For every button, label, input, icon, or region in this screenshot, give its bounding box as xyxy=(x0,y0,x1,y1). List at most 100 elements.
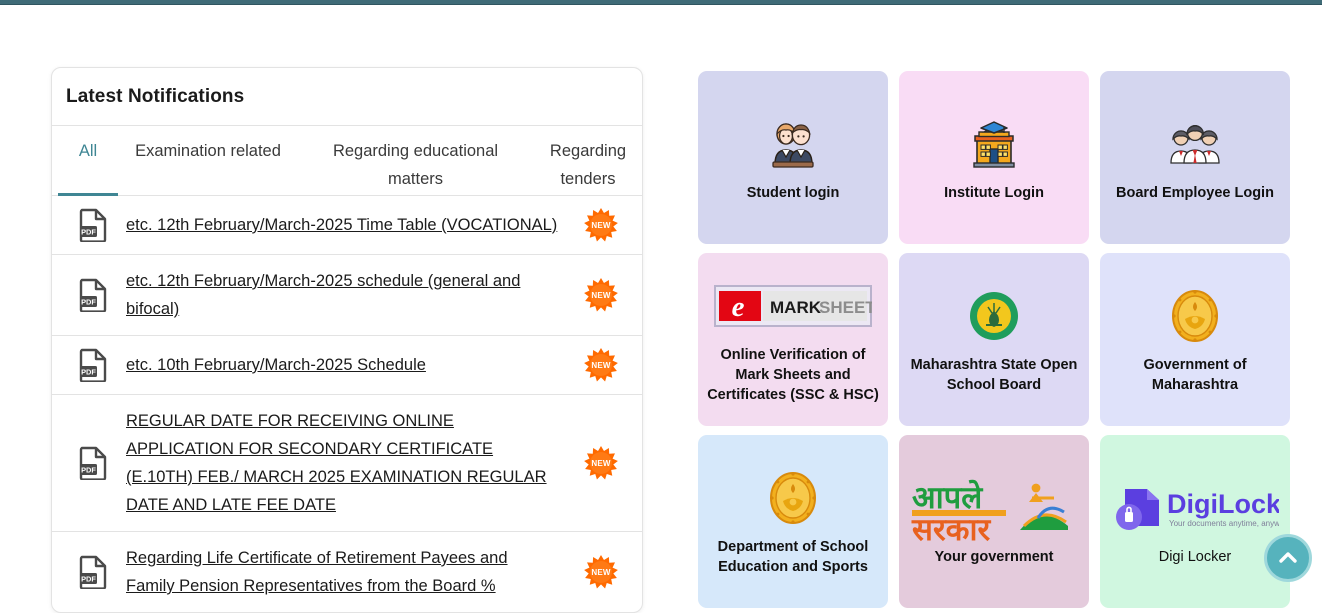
aaple-sarkar-logo-icon: आपले सरकार xyxy=(911,479,1068,542)
new-badge-label: NEW xyxy=(591,220,611,230)
notification-link-cell: etc. 12th February/March-2025 schedule (… xyxy=(126,267,570,323)
notification-link[interactable]: Regarding Life Certificate of Retirement… xyxy=(126,549,508,595)
notifications-header: Latest Notifications xyxy=(52,68,642,126)
maharashtra-emblem-icon xyxy=(1170,285,1220,347)
quick-link-card[interactable]: Government of Maharashtra xyxy=(1100,253,1290,426)
quick-link-card-label: Department of School Education and Sport… xyxy=(717,538,869,575)
new-badge: NEW xyxy=(584,208,618,242)
quick-link-card[interactable]: Maharashtra State Open School Board xyxy=(899,253,1089,426)
students-icon xyxy=(765,113,821,175)
scroll-to-top-button[interactable] xyxy=(1264,534,1312,582)
notification-file-icon: PDF xyxy=(62,348,126,382)
svg-text:आपले: आपले xyxy=(912,479,983,515)
quick-link-card-label: Institute Login xyxy=(944,184,1044,201)
svg-text:e: e xyxy=(732,291,745,323)
quick-link-card-label: Online Verification of Mark Sheets and C… xyxy=(707,346,879,403)
quick-link-card[interactable]: e MARK SHEET Online Verification of Mark… xyxy=(698,253,888,426)
quick-link-card[interactable]: Department of School Education and Sport… xyxy=(698,435,888,608)
new-badge: NEW xyxy=(584,555,618,589)
maharashtra-emblem-icon xyxy=(770,471,816,524)
school-building-icon xyxy=(966,113,1022,175)
notification-link-cell: REGULAR DATE FOR RECEIVING ONLINE APPLIC… xyxy=(126,407,570,519)
notification-badge-cell: NEW xyxy=(570,208,632,242)
notification-row[interactable]: PDF etc. 12th February/March-2025 schedu… xyxy=(52,255,642,336)
page-title: Latest Notifications xyxy=(66,85,245,107)
svg-text:MARK: MARK xyxy=(770,298,822,317)
notification-file-icon: PDF xyxy=(62,278,126,312)
quick-link-card[interactable]: Institute Login xyxy=(899,71,1089,244)
page-content: Latest Notifications All Examination rel… xyxy=(0,5,1322,613)
employees-group-icon xyxy=(1170,124,1220,164)
quick-link-card-label: Your government xyxy=(934,548,1054,565)
notification-badge-cell: NEW xyxy=(570,446,632,480)
tab-regarding-tenders[interactable]: Regarding tenders xyxy=(533,126,642,196)
pdf-file-icon: PDF xyxy=(79,555,107,589)
new-badge: NEW xyxy=(584,446,618,480)
notification-link[interactable]: REGULAR DATE FOR RECEIVING ONLINE APPLIC… xyxy=(126,412,547,514)
notification-link-cell: etc. 12th February/March-2025 Time Table… xyxy=(126,211,570,239)
notification-row[interactable]: PDF REGULAR DATE FOR RECEIVING ONLINE AP… xyxy=(52,395,642,532)
notification-link[interactable]: etc. 12th February/March-2025 Time Table… xyxy=(126,216,557,234)
quick-link-card-label: Government of Maharashtra xyxy=(1143,356,1247,393)
svg-text:DigiLocker: DigiLocker xyxy=(1167,489,1279,519)
pdf-file-icon: PDF xyxy=(79,446,107,480)
emarksheet-logo-icon: e MARK SHEET xyxy=(714,275,872,337)
notification-list: PDF etc. 12th February/March-2025 Time T… xyxy=(52,196,642,612)
tab-all[interactable]: All xyxy=(58,126,118,196)
notification-row[interactable]: PDF etc. 10th February/March-2025 Schedu… xyxy=(52,336,642,395)
new-badge-label: NEW xyxy=(591,567,611,577)
notification-link-cell: etc. 10th February/March-2025 Schedule xyxy=(126,351,570,379)
tab-educational-matters[interactable]: Regarding educational matters xyxy=(298,126,533,196)
notification-link-cell: Regarding Life Certificate of Retirement… xyxy=(126,544,570,600)
quick-link-card-label: Digi Locker xyxy=(1158,548,1232,565)
tab-educational-matters-label: Regarding educational matters xyxy=(332,142,499,188)
notification-badge-cell: NEW xyxy=(570,555,632,589)
new-badge-label: NEW xyxy=(591,290,611,300)
students-icon xyxy=(772,122,814,168)
notification-link[interactable]: etc. 10th February/March-2025 Schedule xyxy=(126,356,426,374)
notification-link[interactable]: etc. 12th February/March-2025 schedule (… xyxy=(126,272,520,318)
notification-badge-cell: NEW xyxy=(570,278,632,312)
quick-links-card-grid: Student login Institute Login Board Empl… xyxy=(698,71,1290,608)
quick-link-card-label: Student login xyxy=(746,184,840,201)
tab-regarding-tenders-label: Regarding tenders xyxy=(549,142,627,188)
pdf-file-icon: PDF xyxy=(79,348,107,382)
quick-link-card-label: Board Employee Login xyxy=(1116,184,1274,201)
school-building-icon xyxy=(973,120,1015,168)
tab-examination-related[interactable]: Examination related xyxy=(118,126,298,196)
svg-text:PDF: PDF xyxy=(81,465,96,474)
new-badge-label: NEW xyxy=(591,360,611,370)
notification-tabs: All Examination related Regarding educat… xyxy=(52,126,642,196)
pdf-file-icon: PDF xyxy=(79,278,107,312)
notification-row[interactable]: PDF etc. 12th February/March-2025 Time T… xyxy=(52,196,642,255)
tab-all-label: All xyxy=(78,142,98,160)
svg-text:PDF: PDF xyxy=(81,227,96,236)
quick-link-card-label: Maharashtra State Open School Board xyxy=(910,356,1078,393)
latest-notifications-panel: Latest Notifications All Examination rel… xyxy=(51,67,643,613)
quick-link-card[interactable]: DigiLocker Your documents anytime, anywh… xyxy=(1100,435,1290,608)
quick-link-card[interactable]: आपले सरकार Your government xyxy=(899,435,1089,608)
new-badge-label: NEW xyxy=(591,458,611,468)
msosb-emblem-icon xyxy=(970,291,1018,340)
svg-text:सरकार: सरकार xyxy=(911,512,991,542)
svg-text:PDF: PDF xyxy=(81,297,96,306)
svg-text:PDF: PDF xyxy=(81,574,96,583)
aaple-sarkar-logo-icon: आपले सरकार xyxy=(908,477,1080,542)
employees-group-icon xyxy=(1167,113,1223,175)
quick-link-card[interactable]: Student login xyxy=(698,71,888,244)
notification-badge-cell: NEW xyxy=(570,348,632,382)
notification-file-icon: PDF xyxy=(62,555,126,589)
tab-examination-related-label: Examination related xyxy=(135,142,281,160)
emarksheet-logo-icon: e MARK SHEET xyxy=(714,284,872,327)
msosb-emblem-icon xyxy=(969,285,1019,347)
maharashtra-emblem-icon xyxy=(768,467,818,529)
svg-text:SHEET: SHEET xyxy=(819,298,872,317)
digilocker-logo-icon: DigiLocker Your documents anytime, anywh… xyxy=(1111,477,1279,539)
maharashtra-emblem-icon xyxy=(1172,289,1218,342)
new-badge: NEW xyxy=(584,348,618,382)
quick-link-card[interactable]: Board Employee Login xyxy=(1100,71,1290,244)
notification-file-icon: PDF xyxy=(62,208,126,242)
notification-file-icon: PDF xyxy=(62,446,126,480)
notification-row[interactable]: PDF Regarding Life Certificate of Retire… xyxy=(52,532,642,612)
new-badge: NEW xyxy=(584,278,618,312)
